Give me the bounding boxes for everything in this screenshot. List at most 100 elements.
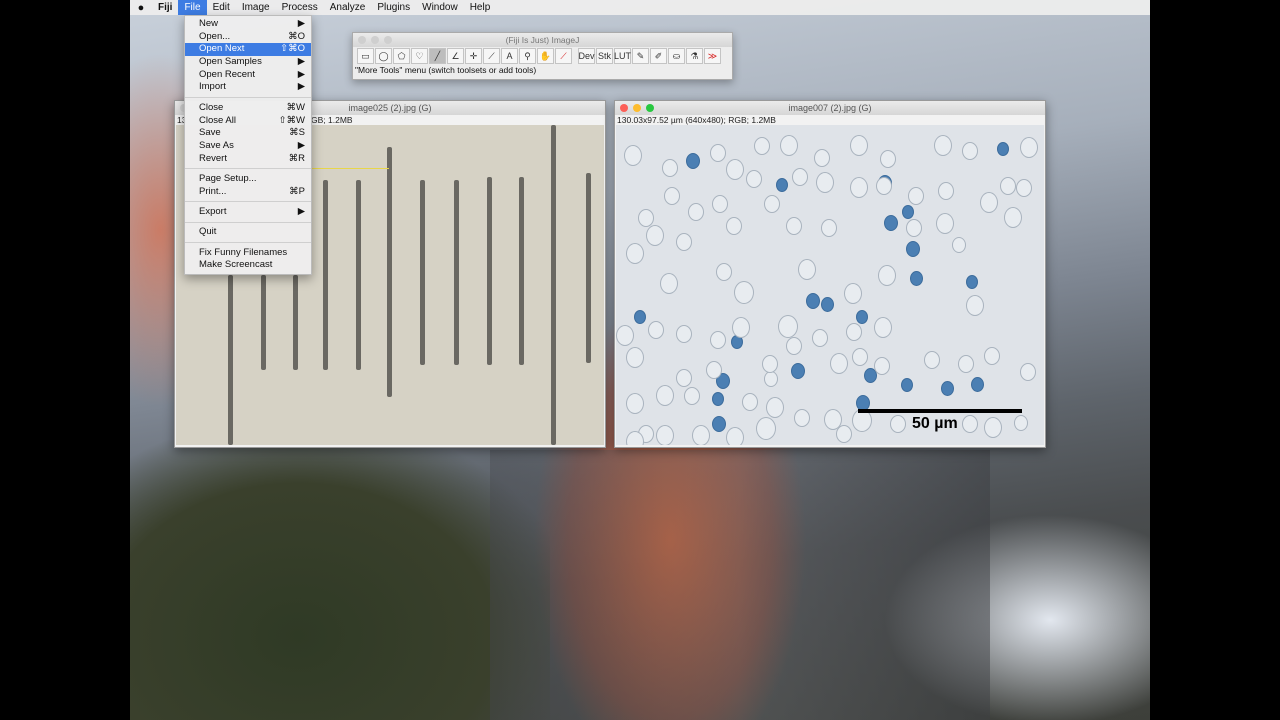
menu-item-open-next[interactable]: Open Next ⇧⌘O	[185, 43, 311, 57]
minimize-window-button[interactable]	[633, 104, 641, 112]
pencil-icon: ✎	[636, 50, 645, 61]
cell	[662, 159, 678, 177]
menu-separator	[185, 221, 311, 223]
menu-item-save-as[interactable]: Save As ▶	[185, 140, 311, 153]
menu-image[interactable]: Image	[236, 0, 276, 15]
cell	[734, 281, 754, 304]
apple-menu-icon[interactable]: ●	[130, 2, 152, 14]
stained-cell	[971, 377, 984, 392]
menu-item-print[interactable]: Print... ⌘P	[185, 186, 311, 199]
rectangle-tool-button[interactable]: ▭	[357, 48, 374, 64]
menu-item-open-recent[interactable]: Open Recent ▶	[185, 69, 311, 82]
menu-item-open[interactable]: Open... ⌘O	[185, 31, 311, 44]
pipette-icon: ⚗	[690, 50, 699, 61]
stained-cell	[910, 271, 923, 286]
zoom-window-button[interactable]	[384, 36, 392, 44]
menu-separator	[185, 201, 311, 203]
wand-tool-button[interactable]: ⟋	[483, 48, 500, 64]
wallpaper-cliff	[490, 450, 990, 720]
menu-plugins[interactable]: Plugins	[371, 0, 416, 15]
ruler-tick	[356, 180, 361, 370]
point-tool-button[interactable]: ✛	[465, 48, 482, 64]
menu-item-open-samples[interactable]: Open Samples ▶	[185, 56, 311, 69]
dev-tool-button[interactable]: Dev	[578, 48, 595, 64]
cell	[684, 387, 700, 405]
menu-item-export[interactable]: Export ▶	[185, 206, 311, 219]
menu-item-close-all[interactable]: Close All ⇧⌘W	[185, 115, 311, 128]
polygon-icon: ⬠	[397, 50, 406, 61]
menu-item-label: New	[199, 18, 219, 29]
oval-tool-button[interactable]: ◯	[375, 48, 392, 64]
cell	[656, 385, 674, 406]
cell	[780, 135, 798, 156]
menu-item-close[interactable]: Close ⌘W	[185, 102, 311, 115]
zoom-window-button[interactable]	[646, 104, 654, 112]
menu-item-import[interactable]: Import ▶	[185, 81, 311, 94]
line-icon: ╱	[434, 50, 441, 61]
stack-tool-button[interactable]: Stk	[596, 48, 613, 64]
brush-tool-button[interactable]: ✐	[650, 48, 667, 64]
cell	[706, 361, 722, 379]
menu-item-save[interactable]: Save ⌘S	[185, 127, 311, 140]
angle-tool-button[interactable]: ∠	[447, 48, 464, 64]
menu-item-quit[interactable]: Quit	[185, 226, 311, 239]
measurement-line[interactable]	[311, 168, 389, 169]
cell	[656, 425, 674, 445]
submenu-arrow-icon: ▶	[297, 56, 305, 68]
more-tools-tool-button[interactable]: ≫	[704, 48, 721, 64]
menu-help[interactable]: Help	[464, 0, 497, 15]
menu-item-new[interactable]: New ▶	[185, 18, 311, 31]
cell	[962, 415, 978, 433]
menu-item-fix-funny-filenames[interactable]: Fix Funny Filenames	[185, 247, 311, 260]
menu-process[interactable]: Process	[276, 0, 324, 15]
image-canvas[interactable]: 50 µm	[616, 125, 1044, 445]
flood-fill-tool-button[interactable]: ⛀	[668, 48, 685, 64]
magnifier-tool-button[interactable]: ⚲	[519, 48, 536, 64]
toolbar-title-bar[interactable]: (Fiji Is Just) ImageJ	[353, 33, 732, 47]
pencil-tool-button[interactable]: ✎	[632, 48, 649, 64]
menu-edit[interactable]: Edit	[207, 0, 236, 15]
cell	[676, 369, 692, 387]
lut-tool-button[interactable]: LUT	[614, 48, 631, 64]
hand-tool-button[interactable]: ✋	[537, 48, 554, 64]
line-tool-button[interactable]: ╱	[429, 48, 446, 64]
cell	[764, 371, 778, 387]
menu-file[interactable]: File	[178, 0, 207, 15]
dev-icon: Dev	[578, 51, 595, 61]
menu-window[interactable]: Window	[416, 0, 464, 15]
menu-item-revert[interactable]: Revert ⌘R	[185, 153, 311, 166]
cell	[880, 150, 896, 168]
cell	[786, 217, 802, 235]
submenu-arrow-icon: ▶	[297, 18, 305, 29]
minimize-window-button[interactable]	[371, 36, 379, 44]
scale-bar	[858, 409, 1022, 413]
menu-item-shortcut: ⇧⌘W	[278, 114, 305, 126]
menu-item-label: Open Samples	[199, 56, 262, 68]
imagej-toolbar-window[interactable]: (Fiji Is Just) ImageJ ▭ ◯ ⬠ ♡ ╱ ∠ ✛ ⟋ A ⚲ ✋ ⟋ Dev Stk…	[352, 32, 733, 80]
cell	[958, 355, 974, 373]
cell	[688, 203, 704, 221]
window-title-bar[interactable]: image007 (2).jpg (G)	[615, 101, 1045, 115]
cell	[966, 295, 984, 316]
polygon-tool-button[interactable]: ⬠	[393, 48, 410, 64]
cell	[830, 353, 848, 374]
cell	[962, 142, 978, 160]
cell	[626, 243, 644, 264]
cell	[874, 317, 892, 338]
color-picker-tool-button[interactable]: ⟋	[555, 48, 572, 64]
cell	[726, 159, 744, 180]
menu-analyze[interactable]: Analyze	[324, 0, 372, 15]
freehand-tool-button[interactable]: ♡	[411, 48, 428, 64]
menu-item-make-screencast[interactable]: Make Screencast	[185, 259, 311, 272]
close-window-button[interactable]	[620, 104, 628, 112]
ruler-tick	[586, 173, 591, 363]
cell	[786, 337, 802, 355]
menu-fiji[interactable]: Fiji	[152, 0, 178, 15]
image-window-cells[interactable]: image007 (2).jpg (G) 130.03x97.52 µm (64…	[614, 100, 1046, 448]
stained-cell	[712, 416, 726, 432]
close-window-button[interactable]	[358, 36, 366, 44]
text-tool-button[interactable]: A	[501, 48, 518, 64]
pipette-tool-button[interactable]: ⚗	[686, 48, 703, 64]
menu-item-page-setup[interactable]: Page Setup...	[185, 173, 311, 186]
cell	[812, 329, 828, 347]
